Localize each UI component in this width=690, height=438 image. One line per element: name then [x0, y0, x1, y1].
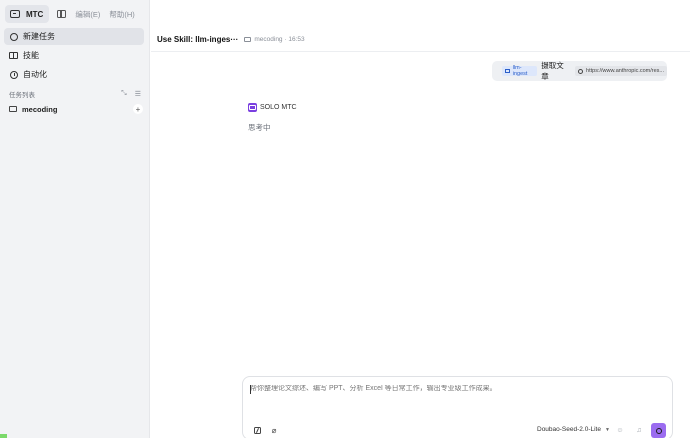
- app-name: MTC: [26, 9, 44, 19]
- sidebar-item-label: 自动化: [23, 70, 47, 79]
- sidebar-item-label: 新建任务: [23, 32, 55, 41]
- skill-chip[interactable]: llm-ingest: [502, 65, 538, 77]
- message-input[interactable]: [250, 385, 650, 392]
- model-name: Doubao-Seed-2.0-Lite: [537, 426, 601, 433]
- model-selector[interactable]: Doubao-Seed-2.0-Lite ▼: [537, 426, 610, 433]
- clock-icon: [9, 70, 18, 79]
- sidebar-item-label: 技能: [23, 51, 39, 60]
- sidebar-item-skills[interactable]: 技能: [4, 47, 144, 64]
- chevron-down-icon: ▼: [604, 426, 610, 433]
- filter-icon[interactable]: ☰: [135, 90, 141, 98]
- menu-help[interactable]: 帮助(H): [109, 9, 134, 20]
- book-icon: [9, 51, 18, 60]
- task-item-mecoding[interactable]: mecoding +: [9, 104, 143, 114]
- app-brand[interactable]: MTC: [5, 5, 50, 23]
- status-indicator: [0, 434, 7, 438]
- send-button[interactable]: [651, 423, 666, 438]
- agent-header: SOLO MTC: [248, 103, 297, 112]
- composer: ⌀ Doubao-Seed-2.0-Lite ▼ ☺ ♫: [242, 376, 673, 438]
- chat-title: Use Skill: llm-inges···: [157, 35, 239, 44]
- user-message-text: 摄取文章: [541, 61, 564, 81]
- new-chat-icon: [9, 32, 18, 41]
- folder-icon: [244, 37, 252, 42]
- app-logo-icon: [10, 10, 20, 18]
- skill-chip-label: llm-ingest: [512, 65, 528, 77]
- user-message: llm-ingest 摄取文章 https://www.anthropic.co…: [492, 61, 667, 81]
- skill-icon: [505, 69, 510, 73]
- slash-command-icon[interactable]: [253, 426, 261, 434]
- agent-status: 思考中: [248, 123, 271, 132]
- title-bar: MTC 编辑(E) 帮助(H): [0, 0, 690, 28]
- task-list-header: 任务列表 ⤡ ☰: [9, 89, 141, 99]
- task-list-label: 任务列表: [9, 92, 35, 99]
- sidebar-nav: 新建任务 技能 自动化: [4, 28, 144, 85]
- mic-icon[interactable]: ♫: [635, 426, 643, 434]
- menu-edit[interactable]: 编辑(E): [75, 9, 100, 20]
- add-task-icon[interactable]: +: [133, 104, 143, 114]
- link-chip-url: https://www.anthropic.com/res...: [586, 68, 664, 74]
- chat-header: Use Skill: llm-inges··· mecoding · 16:53: [151, 28, 690, 52]
- composer-tools: ⌀: [253, 426, 278, 435]
- emoji-icon[interactable]: ☺: [616, 426, 624, 434]
- text-caret: [250, 385, 251, 394]
- task-name: mecoding: [22, 104, 58, 114]
- chat-time: 16:53: [288, 36, 305, 43]
- collapse-icon[interactable]: ⤡: [121, 90, 127, 98]
- globe-icon: [578, 68, 584, 74]
- sidebar-item-new-task[interactable]: 新建任务: [4, 28, 144, 45]
- attach-icon[interactable]: ⌀: [270, 426, 278, 435]
- agent-name: SOLO MTC: [260, 104, 297, 111]
- chat-folder: mecoding: [254, 36, 283, 43]
- sidebar-toggle-icon[interactable]: [57, 10, 67, 18]
- sidebar-item-automation[interactable]: 自动化: [4, 66, 144, 83]
- link-chip[interactable]: https://www.anthropic.com/res...: [575, 66, 667, 76]
- chat-meta: mecoding · 16:53: [244, 36, 305, 43]
- agent-avatar-icon: [248, 103, 257, 112]
- folder-icon: [9, 106, 17, 112]
